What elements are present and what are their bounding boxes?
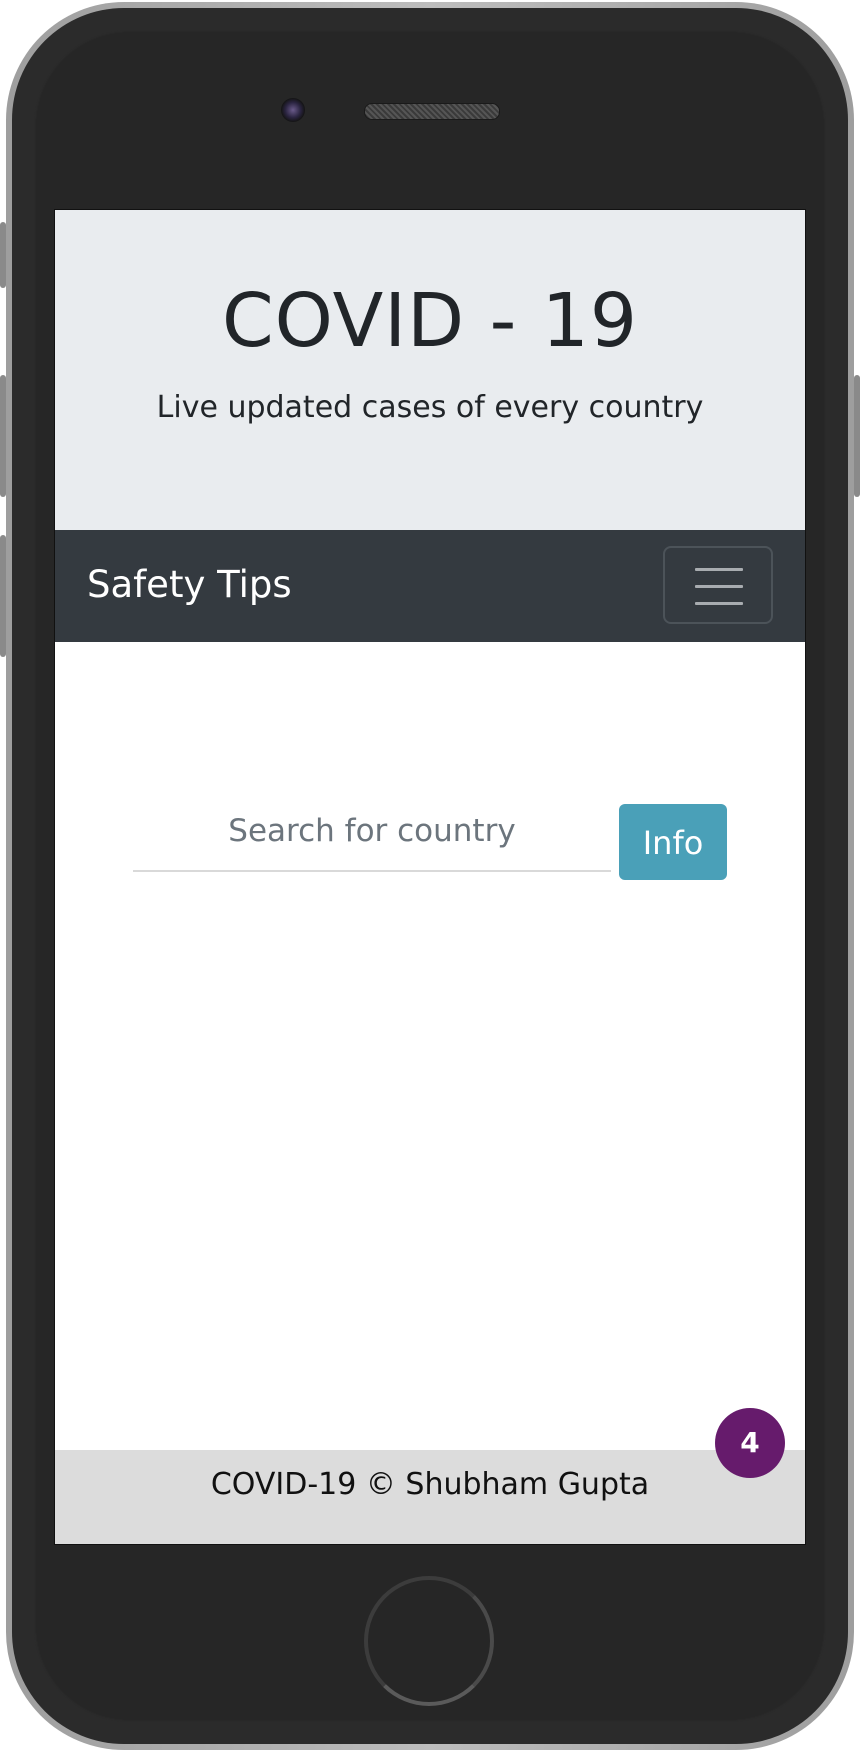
notification-badge-button[interactable]: 4 [715, 1408, 785, 1478]
jumbotron-header: COVID - 19 Live updated cases of every c… [55, 210, 805, 530]
phone-volume-down-button [0, 535, 6, 657]
phone-volume-up-button [0, 375, 6, 497]
app-screen: COVID - 19 Live updated cases of every c… [54, 209, 806, 1545]
footer-copyright: COVID-19 © Shubham Gupta [210, 1467, 650, 1502]
hamburger-menu-icon [695, 568, 743, 571]
phone-mute-switch [0, 222, 6, 288]
phone-power-button [854, 375, 860, 497]
navbar-brand-link[interactable]: Safety Tips [87, 566, 292, 603]
front-camera-icon [281, 98, 305, 122]
page-title: COVID - 19 [222, 278, 638, 364]
info-button[interactable]: Info [619, 804, 727, 880]
home-button[interactable] [364, 1576, 494, 1706]
page-subtitle: Live updated cases of every country [156, 390, 704, 425]
hamburger-menu-icon-line [695, 585, 743, 588]
navbar: Safety Tips [55, 530, 805, 642]
earpiece-speaker [364, 103, 500, 120]
hamburger-menu-icon-line [695, 602, 743, 605]
navbar-toggler-button[interactable] [663, 546, 773, 624]
footer: COVID-19 © Shubham Gupta [55, 1450, 805, 1544]
country-search-input[interactable] [133, 792, 611, 872]
